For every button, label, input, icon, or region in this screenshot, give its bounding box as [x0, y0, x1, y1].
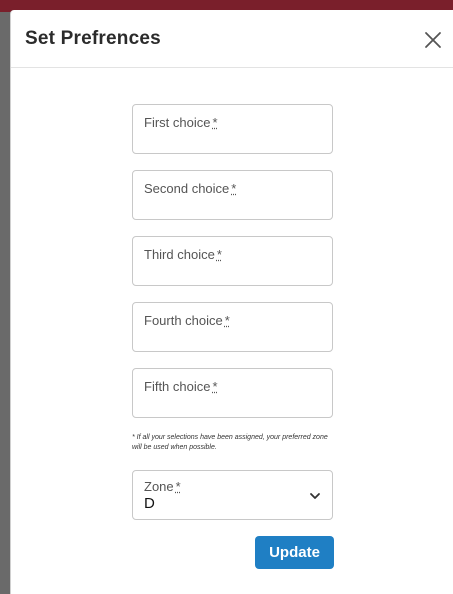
required-marker: *	[212, 379, 218, 394]
zone-label: Zone *	[144, 479, 181, 494]
first-choice-field[interactable]: First choice *	[132, 104, 333, 154]
update-button[interactable]: Update	[255, 536, 334, 569]
dialog-header: Set Prefrences	[11, 10, 453, 68]
required-marker: *	[231, 181, 237, 196]
second-choice-field[interactable]: Second choice *	[132, 170, 333, 220]
assignment-note: * If all your selections have been assig…	[132, 434, 328, 451]
second-choice-label: Second choice *	[144, 181, 237, 196]
first-choice-label: First choice *	[144, 115, 218, 130]
third-choice-field[interactable]: Third choice *	[132, 236, 333, 286]
fifth-choice-label: Fifth choice *	[144, 379, 218, 394]
third-choice-label: Third choice *	[144, 247, 222, 262]
fifth-choice-field[interactable]: Fifth choice *	[132, 368, 333, 418]
dialog-title: Set Prefrences	[25, 28, 161, 49]
required-marker: *	[175, 479, 181, 494]
required-marker: *	[212, 115, 218, 130]
fourth-choice-field[interactable]: Fourth choice *	[132, 302, 333, 352]
close-icon	[425, 32, 441, 48]
close-button[interactable]	[421, 28, 445, 52]
required-marker: *	[216, 247, 222, 262]
preferences-dialog: Set Prefrences First choice * Second choi…	[10, 10, 453, 594]
fourth-choice-label: Fourth choice *	[144, 313, 230, 328]
zone-select[interactable]: Zone * D	[132, 470, 333, 520]
zone-value: D	[144, 495, 155, 512]
required-marker: *	[224, 313, 230, 328]
chevron-down-icon	[310, 493, 320, 499]
